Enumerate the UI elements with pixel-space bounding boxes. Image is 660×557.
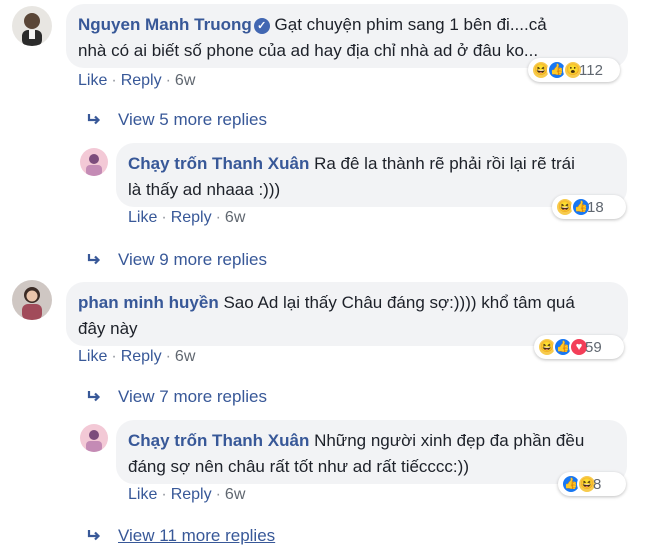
comment-actions: Like · Reply · 6w bbox=[78, 72, 196, 89]
reaction-summary[interactable]: 😆 👍 ♥ 59 bbox=[534, 335, 624, 359]
avatar[interactable] bbox=[12, 280, 52, 320]
reaction-count: 59 bbox=[585, 338, 602, 356]
comment-text: Chạy trốn Thanh Xuân Những người xinh đẹ… bbox=[128, 428, 615, 454]
comment-text: phan minh huyền Sao Ad lại thấy Châu đán… bbox=[78, 290, 616, 316]
comment-line: Ra đê la thành rẽ phải rồi lại rẽ trái bbox=[314, 154, 575, 173]
avatar[interactable] bbox=[80, 424, 108, 452]
comment-line: Những người xinh đẹp đa phần đều bbox=[314, 431, 585, 450]
comment-actions: Like · Reply · 6w bbox=[78, 348, 196, 365]
view-more-replies[interactable]: View 11 more replies bbox=[86, 526, 275, 546]
reaction-count: 18 bbox=[587, 198, 604, 216]
reaction-summary[interactable]: 😆 👍 18 bbox=[552, 195, 626, 219]
reply-arrow-icon bbox=[87, 530, 101, 541]
avatar[interactable] bbox=[12, 6, 52, 46]
verified-badge-icon: ✓ bbox=[253, 18, 270, 34]
reply-link[interactable]: Reply bbox=[121, 348, 162, 365]
reaction-count: 112 bbox=[579, 61, 603, 79]
like-link[interactable]: Like bbox=[78, 72, 107, 89]
reply-link[interactable]: Reply bbox=[171, 209, 212, 226]
comment-line: là thấy ad nhaaa :))) bbox=[128, 180, 281, 199]
comment-line: đây này bbox=[78, 319, 138, 338]
comment-author[interactable]: Chạy trốn Thanh Xuân bbox=[128, 154, 309, 173]
comment-author[interactable]: phan minh huyền bbox=[78, 293, 219, 312]
comment-line: đáng sợ nên châu rất tốt như ad rất tiếc… bbox=[128, 457, 469, 476]
reply-arrow-icon bbox=[87, 114, 101, 125]
like-link[interactable]: Like bbox=[78, 348, 107, 365]
view-more-replies-label[interactable]: View 11 more replies bbox=[118, 526, 275, 546]
reaction-count: 8 bbox=[593, 475, 602, 493]
comment-timestamp[interactable]: 6w bbox=[225, 486, 245, 503]
view-more-replies-label[interactable]: View 9 more replies bbox=[118, 250, 267, 270]
reaction-summary[interactable]: 😆 👍 😮 112 bbox=[528, 58, 620, 82]
comment-author[interactable]: Chạy trốn Thanh Xuân bbox=[128, 431, 309, 450]
comment-text: Chạy trốn Thanh Xuân Ra đê la thành rẽ p… bbox=[128, 151, 615, 177]
comment-timestamp[interactable]: 6w bbox=[175, 72, 195, 89]
view-more-replies-label[interactable]: View 7 more replies bbox=[118, 387, 267, 407]
view-more-replies-label[interactable]: View 5 more replies bbox=[118, 110, 267, 130]
comment-author[interactable]: Nguyen Manh Truong bbox=[78, 15, 252, 34]
comment-line: Sao Ad lại thấy Châu đáng sợ:)))) khổ tâ… bbox=[223, 293, 575, 312]
comment-line: Gạt chuyện phim sang 1 bên đi....cả bbox=[274, 15, 547, 34]
comment-text: Nguyen Manh Truong ✓ Gạt chuyện phim sang… bbox=[78, 12, 616, 38]
like-link[interactable]: Like bbox=[128, 209, 157, 226]
reaction-summary[interactable]: 👍 😆 8 bbox=[558, 472, 626, 496]
reply-link[interactable]: Reply bbox=[171, 486, 212, 503]
like-link[interactable]: Like bbox=[128, 486, 157, 503]
avatar[interactable] bbox=[80, 148, 108, 176]
reply-bubble: Chạy trốn Thanh Xuân Ra đê la thành rẽ p… bbox=[116, 143, 627, 207]
comment-actions: Like · Reply · 6w bbox=[128, 486, 246, 503]
comment-actions: Like · Reply · 6w bbox=[128, 209, 246, 226]
view-more-replies[interactable]: View 9 more replies bbox=[86, 250, 267, 270]
comment-timestamp[interactable]: 6w bbox=[225, 209, 245, 226]
comment-timestamp[interactable]: 6w bbox=[175, 348, 195, 365]
reply-bubble: Chạy trốn Thanh Xuân Những người xinh đẹ… bbox=[116, 420, 627, 484]
reply-arrow-icon bbox=[87, 391, 101, 402]
reply-link[interactable]: Reply bbox=[121, 72, 162, 89]
view-more-replies[interactable]: View 7 more replies bbox=[86, 387, 267, 407]
view-more-replies[interactable]: View 5 more replies bbox=[86, 110, 267, 130]
reply-arrow-icon bbox=[87, 254, 101, 265]
